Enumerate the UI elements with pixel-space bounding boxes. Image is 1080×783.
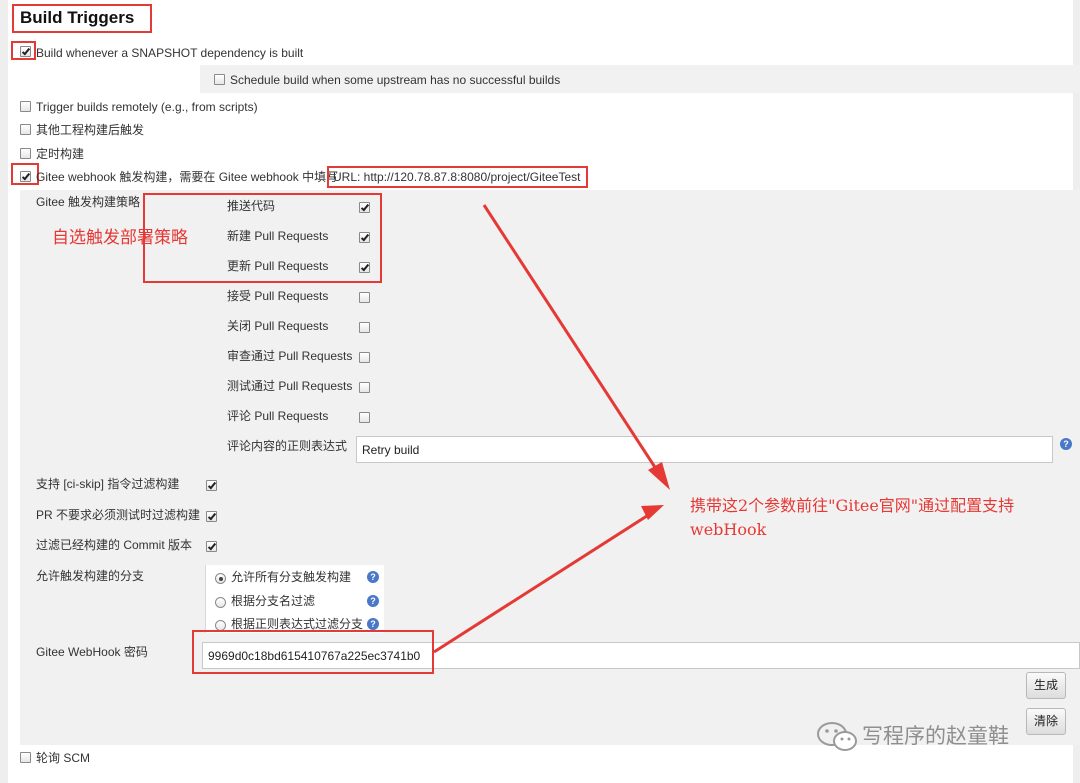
annotation-arrows	[433, 204, 670, 654]
arrow-from-secret-line	[433, 512, 651, 654]
webhook-annotation-line2: webHook	[690, 520, 767, 539]
wechat-icon	[817, 722, 857, 751]
arrow-from-url-line	[482, 204, 664, 479]
webhook-annotation-line1: 携带这2个参数前往"Gitee官网"通过配置支持	[690, 496, 1015, 515]
watermark-text: 写程序的赵童鞋	[862, 724, 1009, 748]
arrow-from-url-head	[648, 462, 670, 490]
